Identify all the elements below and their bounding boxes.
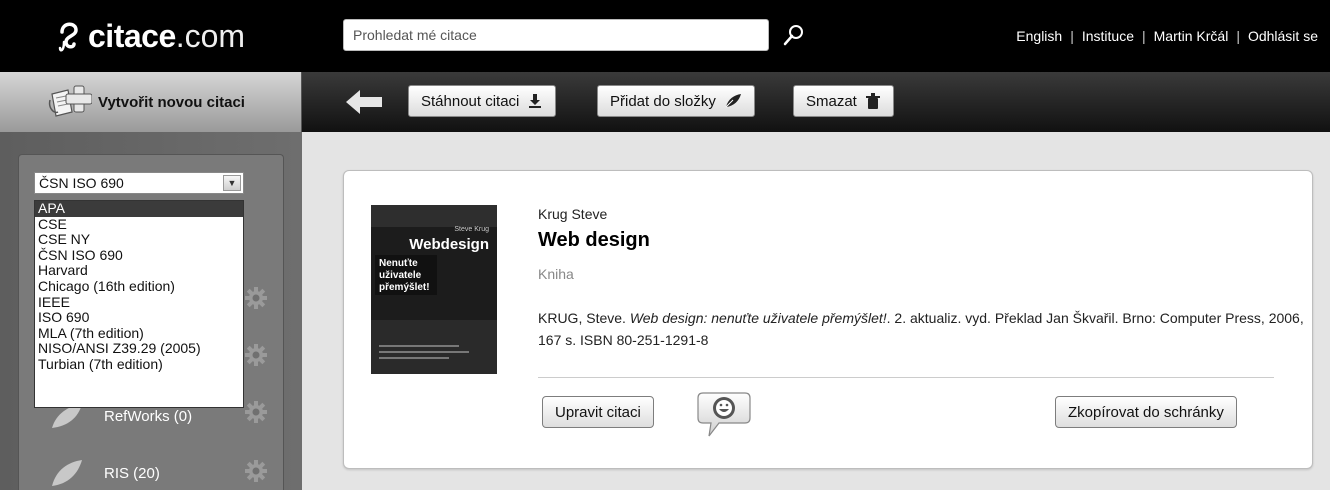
download-icon [529, 94, 542, 108]
citation-title: Web design: nenuťte uživatele přemýšlet! [629, 310, 887, 326]
download-citation-button[interactable]: Stáhnout citaci [408, 85, 557, 117]
create-citation-button[interactable]: Vytvořit novou citaci [48, 84, 245, 120]
link-instituce[interactable]: Instituce [1082, 28, 1134, 44]
gear-icon[interactable] [244, 343, 268, 367]
download-citation-label: Stáhnout citaci [421, 92, 520, 110]
citation-style-select[interactable]: ČSN ISO 690 ▼ [34, 172, 244, 194]
copy-to-clipboard-label: Zkopírovat do schránky [1068, 403, 1224, 421]
record-type: Kniha [538, 266, 574, 282]
folder-leaf-icon [52, 460, 82, 486]
edit-citation-button[interactable]: Upravit citaci [542, 396, 654, 428]
new-document-icon [48, 85, 92, 117]
link-english[interactable]: English [1016, 28, 1062, 44]
top-links: English | Instituce | Martin Krčál | Odh… [1016, 28, 1318, 44]
search-box [343, 19, 769, 51]
trash-icon [865, 93, 880, 109]
citation-prefix: KRUG, Steve. [538, 310, 630, 326]
folder-label: RefWorks (0) [104, 407, 193, 425]
style-option-csn-iso-690[interactable]: ČSN ISO 690 [35, 247, 243, 264]
top-bar: citace.com English | Instituce | Martin … [0, 0, 1330, 72]
chevron-down-icon[interactable]: ▼ [223, 175, 241, 191]
edit-citation-label: Upravit citaci [555, 403, 641, 421]
book-cover-image: Steve Krug Webdesign Nenuťte uživatele p… [371, 205, 497, 374]
folder-leaf-icon [725, 94, 741, 108]
logo-mark-icon [58, 22, 78, 52]
link-user[interactable]: Martin Krčál [1154, 28, 1229, 44]
cover-subtitle-line: Nenuťte [379, 258, 418, 269]
link-separator: | [1070, 28, 1074, 44]
formatted-citation: KRUG, Steve. Web design: nenuťte uživate… [538, 307, 1308, 351]
back-arrow-icon[interactable] [344, 88, 384, 116]
feedback-smiley-icon[interactable] [697, 390, 753, 440]
search-icon[interactable] [783, 24, 805, 46]
citation-style-options: APA CSE CSE NY ČSN ISO 690 Harvard Chica… [34, 200, 244, 408]
divider [538, 377, 1274, 378]
record-author: Krug Steve [538, 206, 608, 222]
folder-item-ris[interactable]: RIS (20) [48, 458, 160, 488]
style-option-turbian[interactable]: Turbian (7th edition) [35, 356, 243, 373]
style-option-iso-690[interactable]: ISO 690 [35, 310, 243, 326]
style-option-cse[interactable]: CSE [35, 216, 243, 233]
link-separator: | [1141, 28, 1146, 44]
gear-icon[interactable] [244, 400, 268, 424]
search-input[interactable] [344, 20, 768, 50]
link-logout[interactable]: Odhlásit se [1248, 28, 1318, 44]
sidebar-header: Vytvořit novou citaci [0, 72, 302, 132]
style-option-mla[interactable]: MLA (7th edition) [35, 325, 243, 342]
gear-icon[interactable] [244, 286, 268, 310]
citation-style-value: ČSN ISO 690 [39, 175, 124, 191]
style-option-harvard[interactable]: Harvard [35, 263, 243, 279]
copy-to-clipboard-button[interactable]: Zkopírovat do schránky [1055, 396, 1237, 428]
create-citation-label: Vytvořit novou citaci [98, 93, 245, 111]
cover-subtitle-line: přemýšlet! [379, 282, 430, 293]
link-separator: | [1236, 28, 1240, 44]
add-to-folder-button[interactable]: Přidat do složky [597, 85, 755, 117]
logo-tld: .com [175, 17, 246, 54]
gear-icon[interactable] [244, 459, 268, 483]
add-to-folder-label: Přidat do složky [610, 92, 716, 110]
style-option-niso-ansi[interactable]: NISO/ANSI Z39.29 (2005) [35, 341, 243, 357]
style-option-apa[interactable]: APA [35, 200, 243, 217]
style-option-chicago[interactable]: Chicago (16th edition) [35, 278, 243, 295]
cover-title: Webdesign [409, 236, 489, 253]
action-bar: Stáhnout citaci Přidat do složky Smazat [302, 72, 1330, 132]
delete-button[interactable]: Smazat [793, 85, 894, 117]
logo-brand: citace [88, 17, 176, 54]
style-option-ieee[interactable]: IEEE [35, 294, 243, 311]
logo[interactable]: citace .com [58, 14, 245, 58]
record-title: Web design [538, 229, 650, 251]
delete-label: Smazat [806, 92, 857, 110]
book-cover: Steve Krug Webdesign Nenuťte uživatele p… [371, 205, 497, 374]
cover-author: Steve Krug [454, 226, 489, 233]
cover-subtitle-line: uživatele [379, 270, 422, 281]
folder-label: RIS (20) [104, 464, 160, 482]
app-root: citace.com English | Instituce | Martin … [0, 0, 1330, 490]
style-option-cse-ny[interactable]: CSE NY [35, 232, 243, 248]
